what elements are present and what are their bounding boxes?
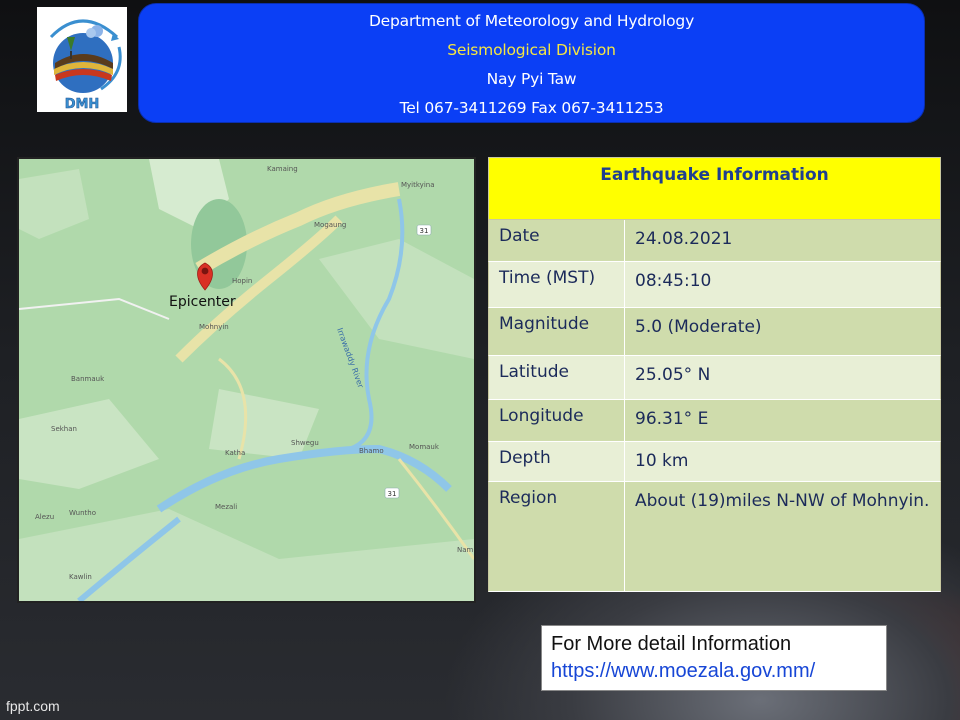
- row-key: Latitude: [489, 356, 625, 399]
- table-title: Earthquake Information: [488, 157, 941, 220]
- row-value: 96.31° E: [635, 409, 709, 429]
- row-value: 10 km: [635, 451, 689, 471]
- row-value: About (19)miles N-NW of Mohnyin.: [635, 491, 930, 511]
- row-value: 5.0 (Moderate): [635, 317, 762, 337]
- place-mohnyin: Mohnyin: [199, 323, 229, 331]
- epicenter-map: Kamaing Myitkyina Mogaung Hopin Mohnyin …: [17, 157, 476, 603]
- table-row-latitude: Latitude 25.05° N: [488, 356, 941, 400]
- place-nam: Nam: [457, 546, 474, 554]
- place-bhamo: Bhamo: [359, 447, 384, 455]
- place-katha: Katha: [225, 449, 245, 457]
- place-myitkyina: Myitkyina: [401, 181, 435, 189]
- earthquake-info-table: Earthquake Information Date 24.08.2021 T…: [488, 157, 941, 592]
- map-svg: Kamaing Myitkyina Mogaung Hopin Mohnyin …: [19, 159, 474, 601]
- place-alezu: Alezu: [35, 513, 54, 521]
- place-banmauk: Banmauk: [71, 375, 105, 383]
- table-row-region: Region About (19)miles N-NW of Mohnyin.: [488, 482, 941, 592]
- table-row-depth: Depth 10 km: [488, 442, 941, 482]
- header-contact: Tel 067-3411269 Fax 067-3411253: [399, 99, 664, 117]
- dmh-logo-icon: DMH: [49, 19, 122, 112]
- row-key: Depth: [489, 442, 625, 481]
- table-row-time: Time (MST) 08:45:10: [488, 262, 941, 308]
- place-mezali: Mezali: [215, 503, 237, 511]
- table-row-magnitude: Magnitude 5.0 (Moderate): [488, 308, 941, 356]
- header-department: Department of Meteorology and Hydrology: [368, 12, 695, 30]
- row-key: Magnitude: [489, 308, 625, 355]
- row-value: 25.05° N: [635, 365, 711, 385]
- place-kamaing: Kamaing: [267, 165, 298, 173]
- table-row-longitude: Longitude 96.31° E: [488, 400, 941, 442]
- place-hopin: Hopin: [232, 277, 252, 285]
- place-wuntho: Wuntho: [69, 509, 96, 517]
- row-key: Time (MST): [489, 262, 625, 307]
- place-sekhan: Sekhan: [51, 425, 77, 433]
- row-key: Region: [489, 482, 625, 591]
- place-momauk: Momauk: [409, 443, 440, 451]
- more-info-text: For More detail Information: [551, 633, 792, 655]
- fppt-watermark: fppt.com: [6, 698, 60, 714]
- header-division: Seismological Division: [447, 41, 616, 59]
- place-mogaung: Mogaung: [314, 221, 346, 229]
- row-key: Date: [489, 220, 625, 261]
- header-city: Nay Pyi Taw: [486, 70, 577, 88]
- more-info-link[interactable]: https://www.moezala.gov.mm/: [551, 657, 886, 685]
- road-shield-31-south: 31: [388, 490, 397, 498]
- table-row-date: Date 24.08.2021: [488, 220, 941, 262]
- row-key: Longitude: [489, 400, 625, 441]
- row-value: 08:45:10: [635, 271, 712, 291]
- place-shwegu: Shwegu: [291, 439, 319, 447]
- dmh-logo: DMH: [37, 7, 127, 112]
- header-banner: Department of Meteorology and Hydrology …: [138, 3, 925, 123]
- road-shield-31-north: 31: [420, 227, 429, 235]
- more-info-box: For More detail Information https://www.…: [541, 625, 887, 691]
- epicenter-label: Epicenter: [169, 294, 236, 310]
- svg-text:DMH: DMH: [65, 97, 100, 112]
- place-kawlin: Kawlin: [69, 573, 92, 581]
- row-value: 24.08.2021: [635, 229, 733, 249]
